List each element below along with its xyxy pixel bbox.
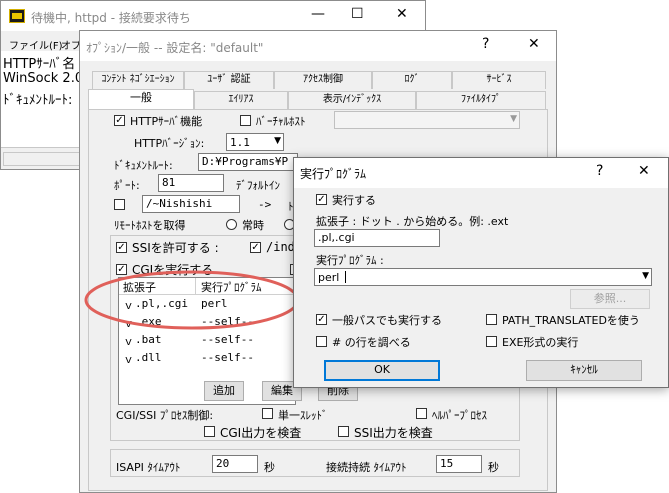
port-label: ﾎﾟｰﾄ:: [114, 179, 140, 192]
default-index-label: ﾃﾞﾌｫﾙﾄｲﾝ: [236, 179, 280, 192]
virtual-host-label: ﾊﾞｰﾁｬﾙﾎｽﾄ: [256, 115, 306, 128]
virtual-host-dropdown[interactable]: ▼: [334, 111, 520, 129]
http-server-label: HTTPｻｰﾊﾞ機能: [130, 115, 203, 128]
highlight-ellipse: [84, 270, 300, 330]
ssi-index-path: /ind: [266, 240, 295, 254]
path-translated-label: PATH_TRANSLATEDを使う: [502, 314, 640, 327]
execute-label: 実行する: [332, 194, 376, 207]
help-icon[interactable]: ?: [482, 36, 489, 52]
tab-log[interactable]: ﾛｸﾞ: [372, 71, 452, 89]
tab-service[interactable]: ｻｰﾋﾞｽ: [452, 71, 546, 89]
keepalive-timeout-input[interactable]: 15: [436, 455, 482, 473]
main-titlebar: 待機中, httpd - 接続要求待ち — ☐ ✕: [1, 1, 425, 31]
tab-filetype[interactable]: ﾌｧｲﾙﾀｲﾌﾟ: [416, 91, 546, 109]
options-titlebar: ｵﾌﾟｼｮﾝ/一般 -- 設定名: "default" ? ✕: [80, 31, 556, 61]
ok-button[interactable]: OK: [324, 360, 440, 381]
isapi-seconds: 秒: [264, 461, 275, 474]
chevron-down-icon: ▼: [642, 271, 649, 281]
add-button[interactable]: 追加: [204, 381, 244, 401]
virtual-host-checkbox[interactable]: [240, 115, 251, 126]
minimize-icon[interactable]: —: [311, 6, 325, 22]
keepalive-timeout-label: 接続持続 ﾀｲﾑｱｳﾄ: [326, 461, 407, 474]
text-cursor: [345, 271, 346, 283]
cancel-button[interactable]: ｷｬﾝｾﾙ: [526, 360, 642, 381]
always-label: 常時: [242, 219, 264, 232]
tab-content-negotiation[interactable]: ｺﾝﾃﾝﾄ ﾈｺﾞｼｴｰｼｮﾝ: [92, 71, 184, 89]
close-icon[interactable]: ✕: [638, 163, 650, 179]
tab-general[interactable]: 一般: [88, 89, 194, 109]
tab-access-control[interactable]: ｱｸｾｽ制御: [274, 71, 372, 89]
isapi-timeout-input[interactable]: 20: [212, 455, 258, 473]
options-title: ｵﾌﾟｼｮﾝ/一般 -- 設定名: "default": [86, 41, 264, 55]
single-thread-checkbox[interactable]: [262, 408, 273, 419]
check-ssi-output-checkbox[interactable]: [338, 426, 349, 437]
program-value: perl: [318, 271, 340, 284]
close-icon[interactable]: ✕: [528, 36, 540, 52]
exe-format-label: EXE形式の実行: [502, 336, 579, 349]
alias-checkbox[interactable]: [114, 199, 125, 210]
ssi-checkbox[interactable]: ✓: [116, 242, 127, 253]
docroot-input[interactable]: D:¥Programs¥P: [198, 153, 298, 171]
keepalive-seconds: 秒: [488, 461, 499, 474]
isapi-timeout-label: ISAPI ﾀｲﾑｱｳﾄ: [116, 461, 181, 474]
exec-titlebar: 実行ﾌﾟﾛｸﾞﾗﾑ ? ✕: [294, 158, 668, 188]
table-row[interactable]: ｖ .dll --self--: [119, 350, 295, 366]
menu-options[interactable]: オプ: [61, 37, 81, 52]
chevron-down-icon: ▼: [510, 114, 517, 124]
log-line: ﾄﾞｷｭﾒﾝﾄﾙｰﾄ:: [3, 93, 73, 108]
helper-process-checkbox[interactable]: [416, 408, 427, 419]
check-cgi-output-label: CGI出力を検査: [220, 426, 302, 440]
check-ssi-output-label: SSI出力を検査: [354, 426, 433, 440]
process-control-label: CGI/SSI ﾌﾟﾛｾｽ制御:: [116, 409, 214, 422]
ext-input[interactable]: .pl,.cgi: [314, 229, 440, 247]
arrow-text: ->: [258, 198, 272, 211]
app-icon: [9, 9, 25, 23]
maximize-icon[interactable]: ☐: [351, 6, 364, 22]
tab-user-auth[interactable]: ﾕｰｻﾞ 認証: [184, 71, 274, 89]
status-bar: [1, 147, 91, 170]
http-version-value: 1.1: [230, 136, 250, 149]
http-version-select[interactable]: 1.1 ▼: [226, 133, 284, 151]
ssi-label: SSIを許可する :: [132, 241, 219, 255]
main-window-title: 待機中, httpd - 接続要求待ち: [31, 11, 191, 25]
log-line: HTTPｻｰﾊﾞ名: [3, 57, 76, 72]
check-cgi-output-checkbox[interactable]: [204, 426, 215, 437]
http-version-label: HTTPﾊﾞｰｼﾞｮﾝ:: [134, 137, 205, 150]
close-icon[interactable]: ✕: [396, 6, 408, 22]
single-thread-label: 単一ｽﾚｯﾄﾞ: [278, 409, 328, 422]
path-translated-checkbox[interactable]: [486, 314, 497, 325]
helper-process-label: ﾍﾙﾊﾟｰﾌﾟﾛｾｽ: [432, 409, 487, 422]
exec-program-dialog: 実行ﾌﾟﾛｸﾞﾗﾑ ? ✕ ✓ 実行する 拡張子 : ドット . から始める。例…: [293, 157, 669, 388]
exec-title: 実行ﾌﾟﾛｸﾞﾗﾑ: [300, 167, 367, 181]
http-server-checkbox[interactable]: ✓: [114, 115, 125, 126]
tab-alias[interactable]: ｴｲﾘｱｽ: [194, 91, 288, 109]
remote-host-label: ﾘﾓｰﾄﾎｽﾄを取得: [114, 219, 186, 232]
help-icon[interactable]: ?: [596, 163, 603, 179]
log-line: WinSock 2.0: [3, 71, 84, 86]
hash-line-checkbox[interactable]: [316, 336, 327, 347]
general-path-label: 一般パスでも実行する: [332, 314, 442, 327]
docroot-label: ﾄﾞｷｭﾒﾝﾄﾙｰﾄ:: [114, 159, 173, 172]
hash-line-label: # の行を調べる: [332, 336, 411, 349]
ext-cell: .dll: [135, 351, 162, 364]
ext-cell: ｖ: [123, 353, 134, 366]
log-area: HTTPｻｰﾊﾞ名 WinSock 2.0 ﾄﾞｷｭﾒﾝﾄﾙｰﾄ:: [1, 51, 91, 147]
ssi-index-checkbox[interactable]: ✓: [250, 242, 261, 253]
exe-format-checkbox[interactable]: [486, 336, 497, 347]
program-combo[interactable]: perl ▼: [314, 268, 652, 286]
always-radio[interactable]: [226, 219, 237, 230]
ext-description: 拡張子 : ドット . から始める。例: .ext: [316, 215, 509, 228]
alias-input[interactable]: /~Nishishi: [142, 195, 240, 213]
general-path-checkbox[interactable]: ✓: [316, 314, 327, 325]
execute-checkbox[interactable]: ✓: [316, 194, 327, 205]
port-input[interactable]: 81: [158, 174, 224, 192]
tab-display-index[interactable]: 表示/ｲﾝﾃﾞｯｸｽ: [288, 91, 416, 109]
prog-cell: --self--: [201, 351, 254, 364]
menu-file[interactable]: ファイル(F): [9, 37, 63, 52]
chevron-down-icon: ▼: [274, 136, 281, 146]
program-label: 実行ﾌﾟﾛｸﾞﾗﾑ :: [316, 254, 384, 267]
browse-button[interactable]: 参照...: [570, 289, 650, 309]
